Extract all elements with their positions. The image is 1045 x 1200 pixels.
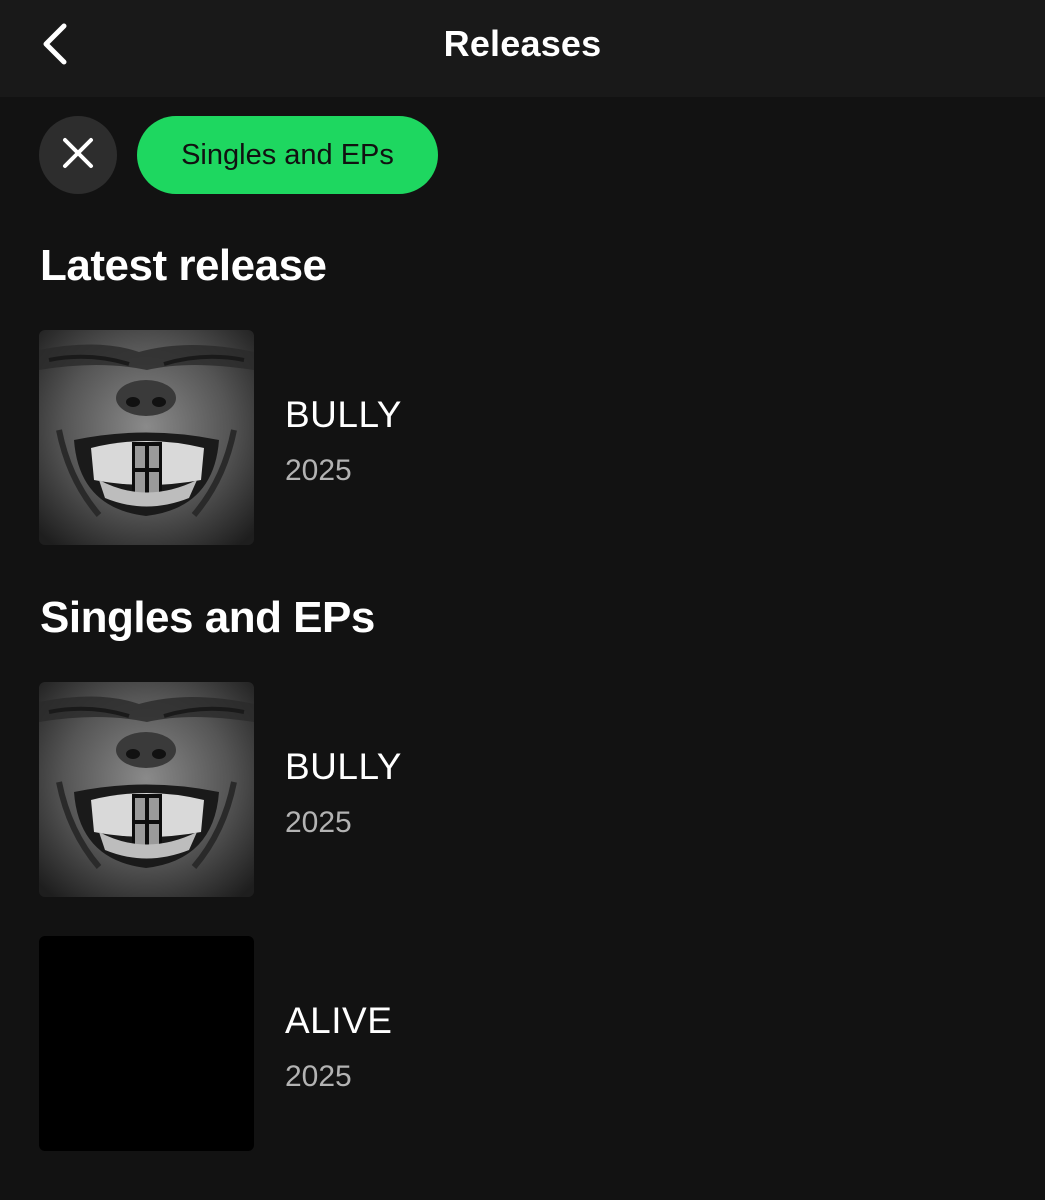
release-title: ALIVE	[285, 1000, 393, 1041]
filter-chip-singles-eps[interactable]: Singles and EPs	[137, 116, 438, 194]
release-row-latest-bully[interactable]: BULLY 2025	[39, 330, 1005, 546]
section-heading-latest: Latest release	[40, 241, 327, 290]
filter-chip-label: Singles and EPs	[181, 138, 394, 171]
clear-filter-button[interactable]	[39, 116, 117, 194]
top-bar: Releases	[0, 0, 1045, 97]
album-cover-bully	[39, 682, 254, 897]
release-year: 2025	[285, 806, 352, 839]
bully-cover-art	[39, 330, 254, 545]
page-title: Releases	[443, 23, 602, 64]
release-row-alive[interactable]: ALIVE 2025	[39, 936, 1005, 1152]
release-title: BULLY	[285, 746, 402, 787]
release-year: 2025	[285, 1060, 352, 1093]
album-cover-bully	[39, 330, 254, 545]
release-year: 2025	[285, 454, 352, 487]
bully-cover-art	[39, 682, 254, 897]
close-icon	[61, 136, 95, 175]
release-title: BULLY	[285, 394, 402, 435]
section-heading-singles: Singles and EPs	[40, 593, 375, 642]
release-row-bully[interactable]: BULLY 2025	[39, 682, 1005, 898]
album-cover-alive	[39, 936, 254, 1151]
